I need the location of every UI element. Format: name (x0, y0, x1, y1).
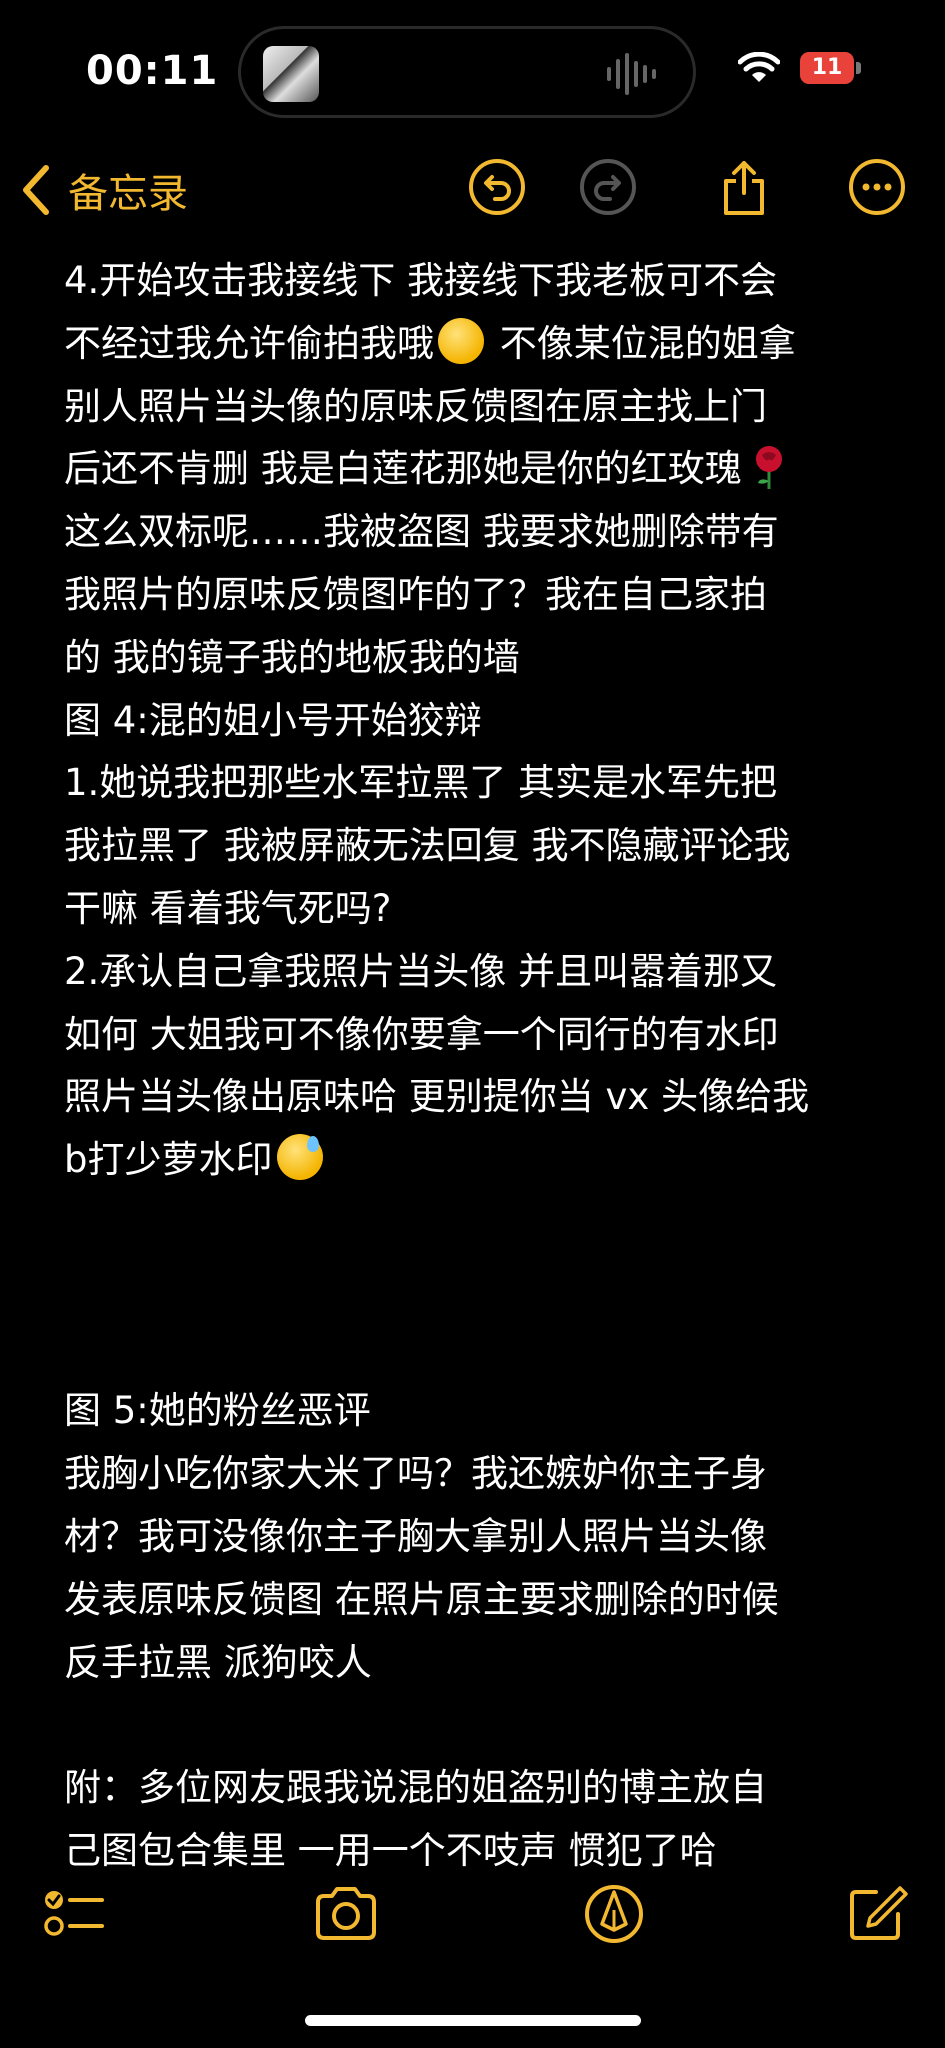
note-line: 不经过我允许偷拍我哦 不像某位混的姐拿 (64, 313, 894, 376)
checklist-icon (44, 1891, 104, 1936)
note-line: 这么双标呢……我被盗图 我要求她删除带有 (64, 510, 779, 554)
back-label: 备忘录 (68, 171, 188, 217)
note-line: 后还不肯删 我是白莲花那她是你的红玫瑰 (64, 438, 894, 501)
note-line: 干嘛 看着我气死吗? (64, 886, 392, 930)
undo-button[interactable] (465, 152, 529, 222)
note-body[interactable]: 4.开始攻击我接线下 我接线下我老板可不会 不经过我允许偷拍我哦 不像某位混的姐… (64, 250, 894, 1883)
album-thumbnail (263, 46, 319, 102)
dynamic-island[interactable] (238, 26, 696, 118)
battery-cap (856, 62, 861, 74)
back-button[interactable]: 备忘录 (18, 158, 188, 222)
markup-button[interactable] (580, 1880, 648, 1948)
note-line: 2.承认自己拿我照片当头像 并且叫嚣着那又 (64, 949, 778, 993)
note-line: 的 我的镜子我的地板我的墙 (64, 635, 520, 679)
note-line: 图 5:她的粉丝恶评 (64, 1389, 371, 1433)
sweat-emoji (276, 1134, 323, 1181)
undo-icon (469, 159, 525, 215)
checklist-button[interactable] (40, 1880, 108, 1948)
note-line: 1.她说我把那些水军拉黑了 其实是水军先把 (64, 761, 778, 805)
more-icon (849, 159, 905, 215)
yum-emoji (438, 317, 484, 364)
battery-indicator: 11 (800, 52, 854, 84)
navigation-bar: 备忘录 (0, 140, 945, 240)
note-line: b打少萝水印 (64, 1129, 894, 1192)
redo-button[interactable] (576, 152, 640, 222)
note-line: 照片当头像出原味哈 更别提你当 vx 头像给我 (64, 1075, 810, 1119)
rose-emoji (755, 446, 782, 490)
note-line: 我拉黑了 我被屏蔽无法回复 我不隐藏评论我 (64, 824, 791, 868)
note-line: 如何 大姐我可不像你要拿一个同行的有水印 (64, 1012, 779, 1056)
redo-icon (580, 159, 636, 215)
note-line: 附：多位网友跟我说混的姐盗别的博主放自 (64, 1766, 767, 1810)
note-line: 别人照片当头像的原味反馈图在原主找上门 (64, 384, 767, 428)
chevron-left-icon (23, 165, 49, 215)
note-line: 反手拉黑 派狗咬人 (64, 1640, 372, 1684)
note-line: 发表原味反馈图 在照片原主要求删除的时候 (64, 1577, 779, 1621)
camera-button[interactable] (312, 1880, 380, 1948)
share-icon (724, 161, 764, 215)
note-line: 4.开始攻击我接线下 我接线下我老板可不会 (64, 259, 778, 302)
status-time: 00:11 (86, 48, 219, 94)
note-line: 我照片的原味反馈图咋的了？我在自己家拍 (64, 572, 767, 616)
wifi-icon (738, 52, 780, 82)
share-button[interactable] (712, 152, 776, 222)
note-line: 图 4:混的姐小号开始狡辩 (64, 698, 482, 742)
compose-button[interactable] (842, 1880, 910, 1948)
compose-icon (850, 1886, 908, 1940)
home-indicator[interactable] (305, 2015, 641, 2026)
markup-icon (585, 1885, 643, 1943)
status-bar: 00:11 11 (0, 0, 945, 140)
note-line: 我胸小吃你家大米了吗？我还嫉妒你主子身 (64, 1452, 767, 1496)
note-line: 材？我可没像你主子胸大拿别人照片当头像 (64, 1514, 767, 1558)
bottom-toolbar (0, 1870, 945, 1960)
camera-icon (316, 1887, 376, 1940)
more-button[interactable] (845, 152, 909, 222)
audio-waveform-icon (607, 53, 656, 95)
